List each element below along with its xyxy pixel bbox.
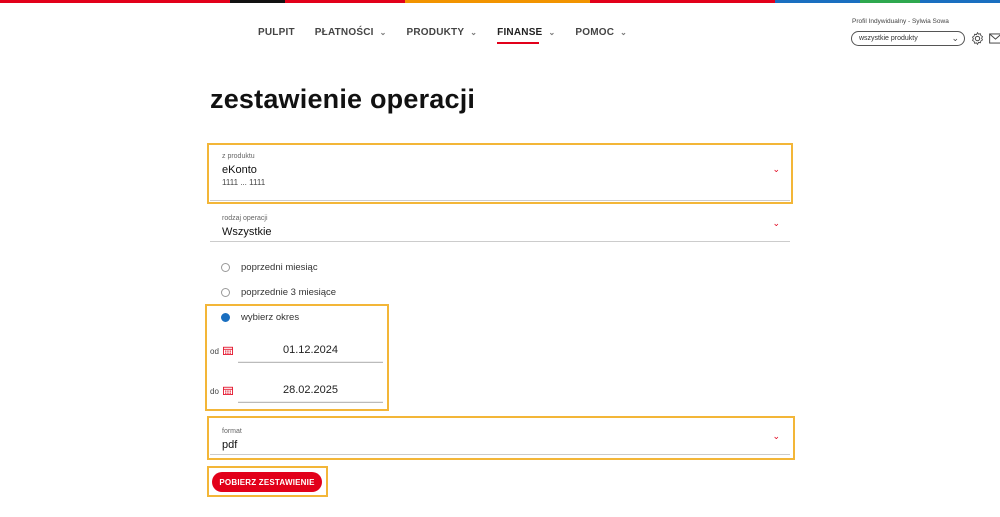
chevron-down-icon: ⌄ bbox=[951, 33, 959, 43]
gear-icon[interactable] bbox=[970, 31, 985, 46]
nav-item-label: FINANSE bbox=[497, 27, 543, 38]
product-filter-select[interactable]: wszystkie produkty ⌄ bbox=[851, 31, 965, 46]
main-nav: PULPIT PŁATNOŚCI ⌄ PRODUKTY ⌄ FINANSE ⌄ … bbox=[258, 27, 647, 44]
highlight-frame bbox=[207, 416, 795, 460]
mail-icon[interactable] bbox=[989, 33, 1000, 44]
product-filter-value: wszystkie produkty bbox=[859, 35, 918, 42]
radio-previous-3-months[interactable]: poprzednie 3 miesiące bbox=[221, 287, 336, 298]
chevron-down-icon: ⌄ bbox=[379, 28, 387, 37]
operation-type-select[interactable]: rodzaj operacji Wszystkie ⌄ bbox=[210, 210, 790, 242]
highlight-frame bbox=[207, 143, 793, 204]
chevron-down-icon: ⌄ bbox=[548, 28, 556, 37]
stripe-segment bbox=[230, 0, 285, 3]
stripe-segment bbox=[590, 0, 775, 3]
page-title: zestawienie operacji bbox=[210, 84, 476, 114]
operation-type-value: Wszystkie bbox=[222, 226, 272, 238]
nav-item-finanse[interactable]: FINANSE ⌄ bbox=[497, 27, 556, 44]
radio-label: poprzednie 3 miesiące bbox=[241, 287, 337, 298]
operation-type-label: rodzaj operacji bbox=[222, 215, 268, 222]
highlight-frame bbox=[207, 466, 328, 497]
chevron-down-icon: ⌄ bbox=[620, 28, 628, 37]
stripe-segment bbox=[860, 0, 920, 3]
nav-item-label: PRODUKTY bbox=[406, 27, 465, 38]
stripe-segment bbox=[775, 0, 860, 3]
radio-button[interactable] bbox=[221, 288, 230, 297]
nav-item-label: PŁATNOŚCI bbox=[314, 27, 374, 38]
chevron-down-icon: ⌄ bbox=[470, 28, 478, 37]
stripe-segment bbox=[0, 0, 230, 3]
stripe-segment bbox=[920, 0, 1000, 3]
nav-item-label: POMOC bbox=[575, 27, 615, 38]
profile-name[interactable]: Profil Indywidualny - Sylwia Sowa bbox=[852, 18, 949, 25]
highlight-frame bbox=[205, 304, 389, 411]
radio-button[interactable] bbox=[221, 263, 230, 272]
top-color-stripe bbox=[0, 0, 1000, 3]
radio-label: poprzedni miesiąc bbox=[241, 262, 318, 273]
nav-item-label: PULPIT bbox=[258, 27, 295, 38]
nav-item-pomoc[interactable]: POMOC ⌄ bbox=[575, 27, 627, 38]
stripe-segment bbox=[285, 0, 405, 3]
nav-item-platnosci[interactable]: PŁATNOŚCI ⌄ bbox=[315, 27, 387, 38]
stripe-segment bbox=[405, 0, 590, 3]
nav-item-pulpit[interactable]: PULPIT bbox=[258, 27, 295, 38]
nav-item-produkty[interactable]: PRODUKTY ⌄ bbox=[407, 27, 478, 38]
chevron-down-icon: ⌄ bbox=[772, 218, 780, 228]
radio-previous-month[interactable]: poprzedni miesiąc bbox=[221, 262, 318, 273]
